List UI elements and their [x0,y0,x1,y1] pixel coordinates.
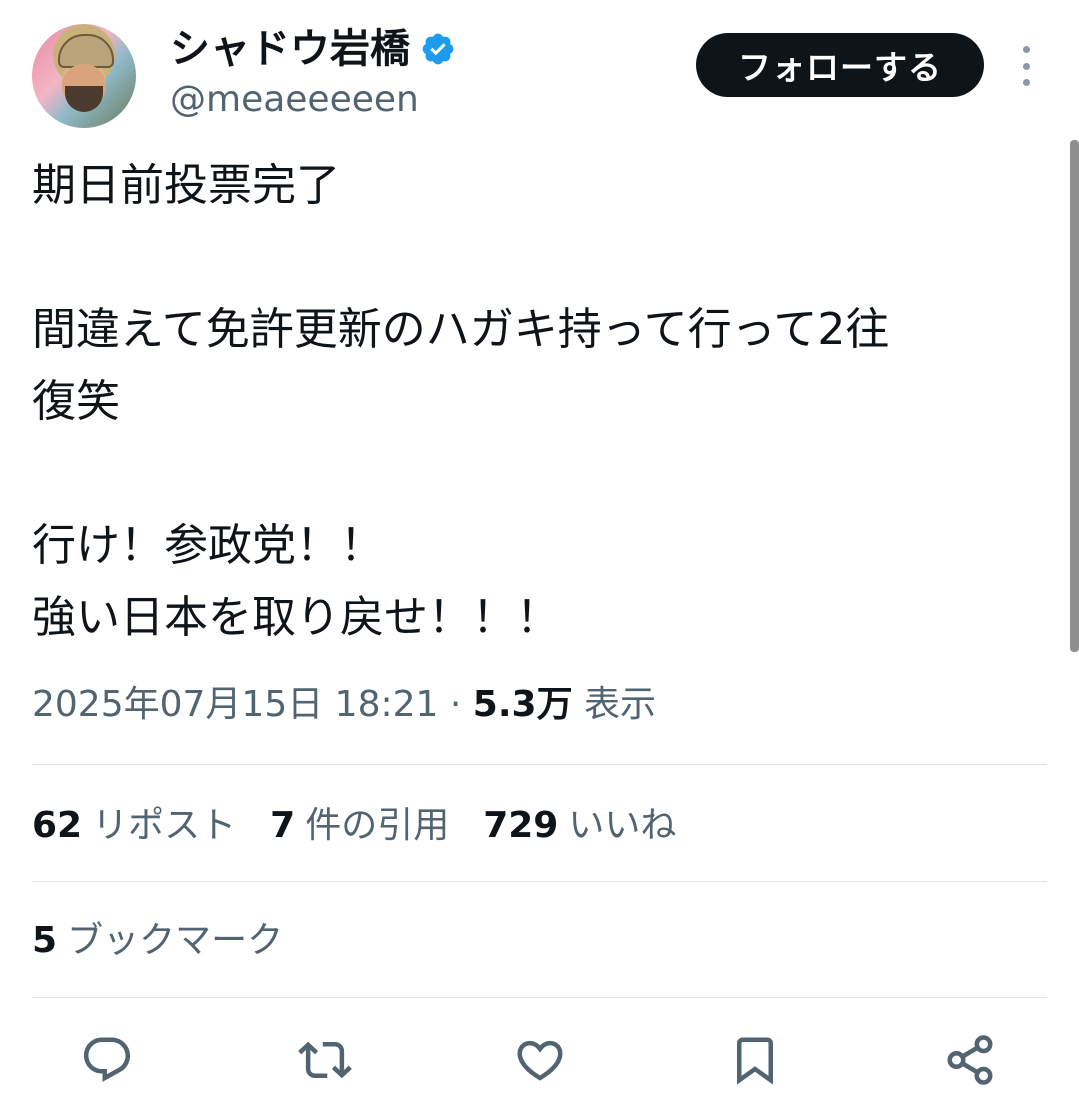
reposts-label: リポスト [92,805,237,846]
verified-badge-icon [422,33,454,65]
likes-label: いいね [568,805,677,846]
like-button[interactable] [510,1030,570,1090]
follow-button[interactable]: フォローする [696,33,984,97]
tweet-line: 強い日本を取り戻せ！！！ [32,592,560,643]
divider [32,997,1047,998]
bookmarks-label: ブックマーク [67,920,284,961]
bookmarks-stat[interactable]: 5 ブックマーク [32,915,283,967]
more-dot [1022,62,1030,70]
reply-icon [83,1037,131,1082]
likes-count: 729 [483,805,559,846]
likes-stat[interactable]: 729 いいね [483,800,676,852]
heart-icon [517,1040,563,1081]
views-label: 表示 [584,684,657,725]
quotes-label: 件の引用 [305,805,450,846]
quotes-count: 7 [270,805,296,846]
meta-separator: · [449,684,462,725]
retweet-button[interactable] [295,1030,355,1090]
tweet-line: 間違えて免許更新のハガキ持って行って2往 [32,304,890,355]
more-dot [1022,46,1030,53]
retweet-icon [298,1041,352,1079]
avatar-hat [58,34,114,68]
tweet-timestamp[interactable]: 2025年07月15日 18:21 [32,684,438,725]
divider [32,764,1047,765]
share-button[interactable] [940,1030,1000,1090]
tweet-line: 期日前投票完了 [32,160,340,211]
reposts-count: 62 [32,805,83,846]
tweet-text: 期日前投票完了 間違えて免許更新のハガキ持って行って2往 復笑 行け！参政党！！… [32,150,1042,654]
tweet-line: 行け！参政党！！ [32,520,384,571]
tweet-meta: 2025年07月15日 18:21 · 5.3万 表示 [32,680,656,730]
share-icon [947,1035,993,1085]
more-vertical-icon[interactable] [1016,46,1036,86]
action-bar [0,1030,1079,1096]
quotes-stat[interactable]: 7 件の引用 [270,800,449,852]
divider [32,881,1047,882]
bookmark-button[interactable] [725,1030,785,1090]
display-name[interactable]: シャドウ岩橋 [170,26,410,72]
avatar-beard [65,86,103,112]
bookmarks-count: 5 [32,920,58,961]
tweet-line: 復笑 [32,376,120,427]
more-dot [1022,79,1030,86]
reply-button[interactable] [77,1030,137,1090]
bookmark-icon [737,1037,773,1085]
reposts-stat[interactable]: 62 リポスト [32,800,236,852]
scrollbar[interactable] [1070,140,1079,652]
engagement-stats: 62 リポスト 7 件の引用 729 いいね [32,800,676,852]
avatar[interactable] [32,24,136,128]
user-handle[interactable]: @meaeeeeen [170,78,419,122]
views-count: 5.3万 [472,684,573,725]
display-name-row[interactable]: シャドウ岩橋 [170,26,456,72]
